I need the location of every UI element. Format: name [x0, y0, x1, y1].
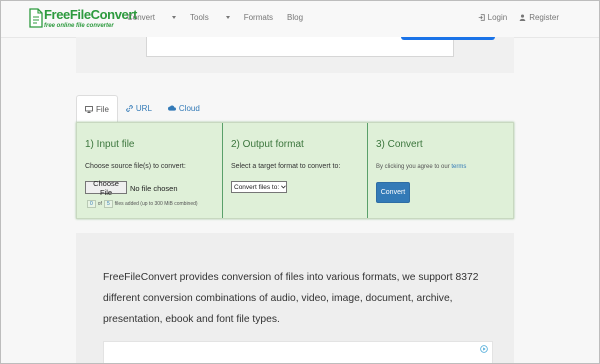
login-link[interactable]: Login	[478, 13, 507, 22]
files-max-count: 5	[103, 200, 113, 208]
logo-title: FreeFileConvert	[44, 7, 137, 22]
file-counter: 0 of 5 files added (up to 300 MiB combin…	[85, 200, 198, 208]
converter-panel: 1) Input file Choose source file(s) to c…	[76, 122, 514, 219]
link-icon	[126, 104, 133, 112]
account-nav: Login Register	[466, 13, 559, 22]
source-tabs: File URL Cloud	[76, 95, 208, 123]
input-step-description: Choose source file(s) to convert:	[85, 163, 186, 170]
tab-file[interactable]: File	[76, 95, 118, 123]
logo-icon	[29, 8, 43, 28]
no-file-label: No file chosen	[130, 184, 178, 193]
convert-step-title: 3) Convert	[376, 139, 423, 150]
input-file-step: 1) Input file Choose source file(s) to c…	[77, 123, 222, 218]
output-step-title: 2) Output format	[231, 139, 304, 150]
caret-down-icon	[172, 16, 177, 20]
files-added-count: 0	[87, 200, 96, 208]
login-icon	[478, 14, 485, 21]
output-format-step: 2) Output format Select a target format …	[222, 123, 368, 218]
nav-item-formats[interactable]: Formats	[244, 13, 273, 22]
user-icon	[519, 14, 526, 21]
chevron-down-icon	[281, 185, 286, 189]
output-format-select[interactable]: Convert files to:	[231, 181, 287, 193]
site-description: FreeFileConvert provides conversion of f…	[103, 272, 479, 325]
output-step-description: Select a target format to convert to:	[231, 163, 341, 170]
top-ad-area	[76, 37, 514, 73]
nav-item-tools[interactable]: Tools	[190, 13, 230, 22]
tab-cloud[interactable]: Cloud	[160, 95, 208, 121]
main-nav: Convert Tools Formats Blog	[127, 13, 317, 22]
cloud-icon	[167, 105, 176, 111]
choose-file-button[interactable]: Choose File	[85, 179, 127, 197]
ad-banner[interactable]	[146, 37, 495, 57]
nav-item-blog[interactable]: Blog	[287, 13, 303, 22]
browser-frame: FreeFileConvert free online file convert…	[0, 0, 600, 364]
convert-step: 3) Convert By clicking you agree to our …	[367, 123, 514, 218]
tab-url[interactable]: URL	[118, 95, 160, 121]
register-link[interactable]: Register	[519, 13, 559, 22]
convert-button[interactable]: Convert	[376, 182, 410, 203]
ad-button[interactable]	[401, 37, 495, 40]
bottom-ad-banner[interactable]	[103, 341, 493, 363]
monitor-icon	[85, 105, 93, 113]
terms-link[interactable]: terms	[451, 164, 466, 170]
navbar: FreeFileConvert free online file convert…	[1, 1, 599, 38]
logo-tagline: free online file converter	[44, 23, 114, 29]
ad-choices-icon[interactable]	[480, 345, 488, 353]
logo[interactable]: FreeFileConvert free online file convert…	[29, 5, 137, 33]
terms-agreement: By clicking you agree to our terms	[376, 164, 467, 170]
caret-down-icon	[225, 16, 230, 20]
input-step-title: 1) Input file	[85, 139, 135, 150]
nav-item-convert[interactable]: Convert	[127, 13, 177, 22]
